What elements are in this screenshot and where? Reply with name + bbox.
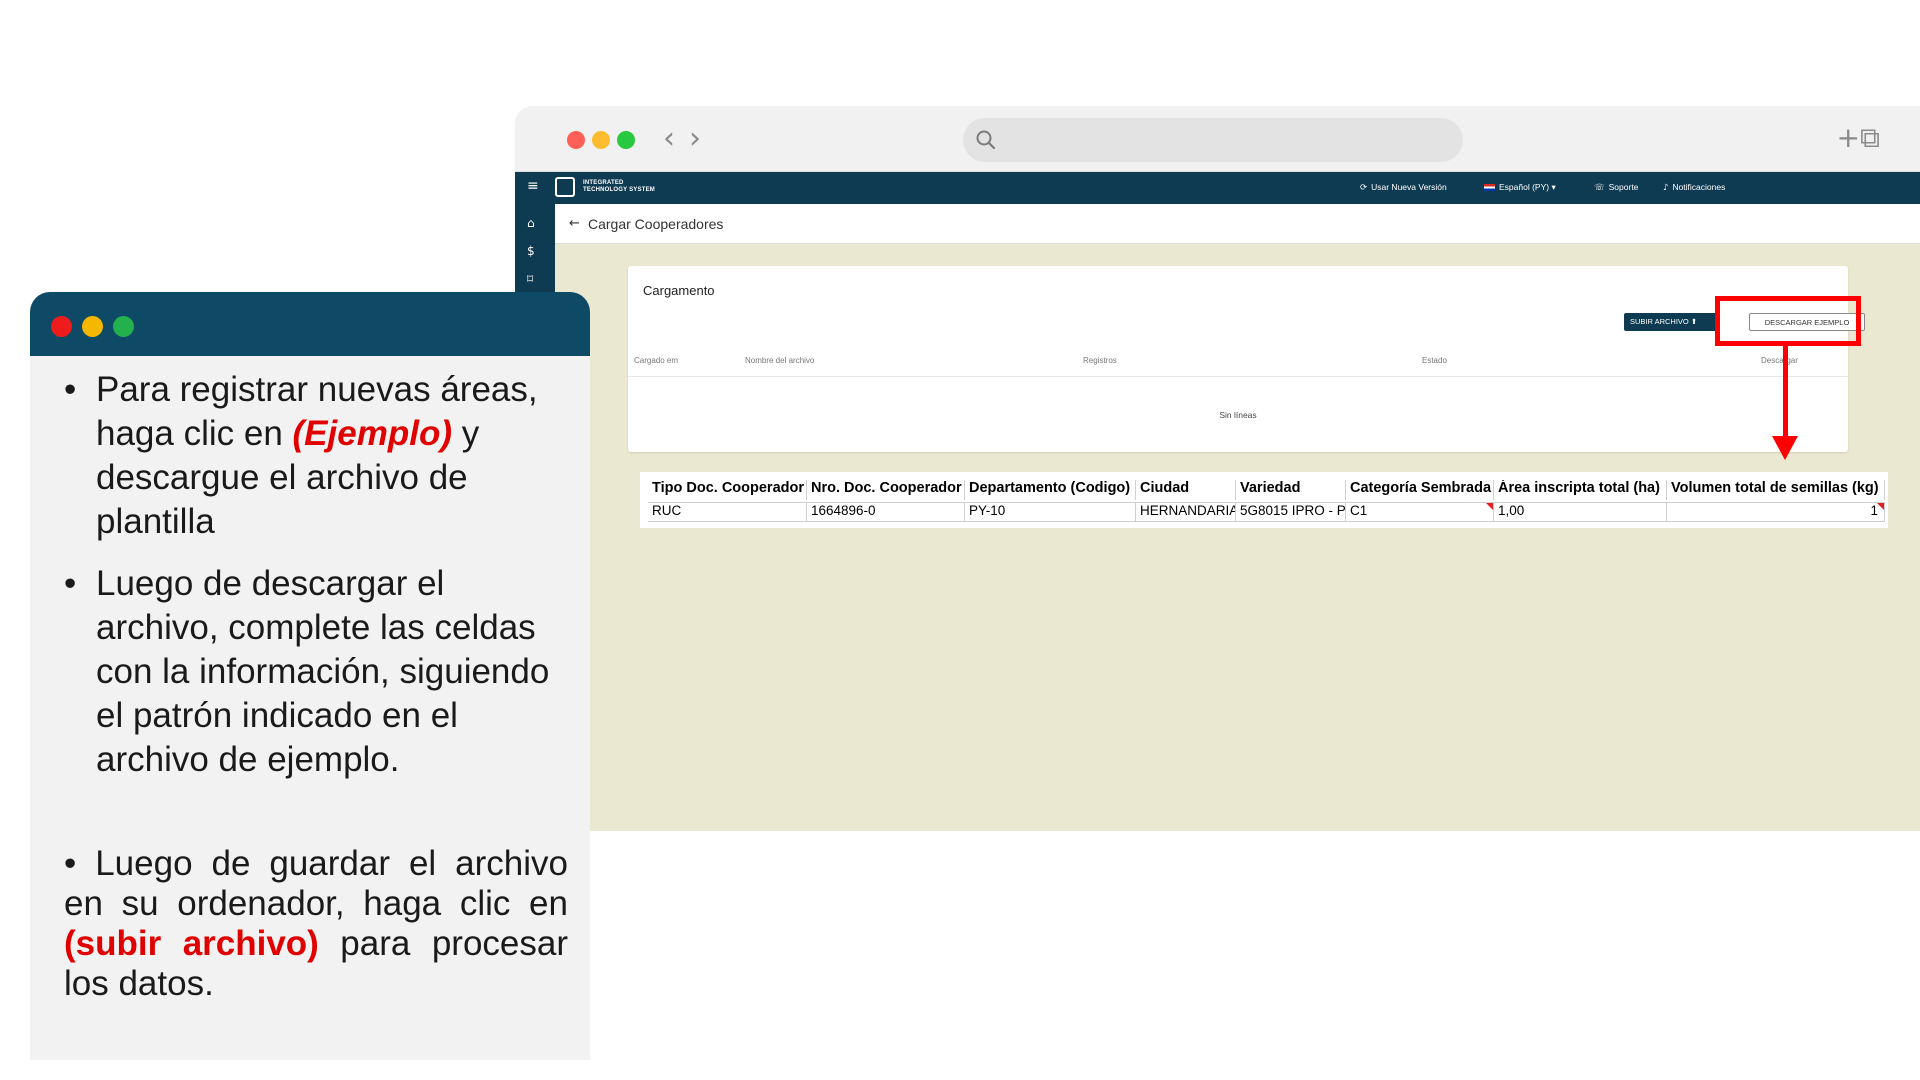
minimize-dot[interactable] bbox=[592, 131, 610, 149]
example-button-highlight bbox=[1715, 296, 1861, 346]
grid-icon[interactable]: ⌑ bbox=[527, 272, 533, 286]
browser-window: ‹ › +⧉ ≡ INTEGRATED TECHNOLOGY SYSTEM ⟳ U… bbox=[515, 106, 1920, 831]
flag-icon bbox=[1484, 184, 1495, 192]
upload-file-button[interactable]: SUBIR ARCHIVO ⬆ bbox=[1624, 313, 1720, 331]
maximize-dot[interactable] bbox=[617, 131, 635, 149]
instruction-step-3: • Luego de guardar el archivo en su orde… bbox=[64, 844, 568, 1003]
tabs-icon[interactable]: ⧉ bbox=[1860, 121, 1880, 154]
sheet-header-cell: Variedad bbox=[1236, 480, 1346, 500]
sheet-header-cell: Tipo Doc. Cooperador bbox=[648, 480, 807, 500]
instruction-step-2: Luego de descargar el archivo, complete … bbox=[96, 564, 550, 779]
green-dot bbox=[113, 316, 134, 337]
back-arrow-icon[interactable]: ← bbox=[569, 216, 580, 231]
address-bar[interactable] bbox=[963, 118, 1463, 162]
spreadsheet-excerpt: Tipo Doc. Cooperador Nro. Doc. Cooperado… bbox=[640, 472, 1888, 528]
card-title: Cargamento bbox=[643, 283, 715, 298]
brand-name: INTEGRATED TECHNOLOGY SYSTEM bbox=[583, 180, 655, 193]
brand-logo-icon bbox=[555, 177, 575, 197]
phone-icon: ☏ bbox=[1594, 183, 1605, 193]
column-header-records: Registros bbox=[1083, 356, 1117, 365]
red-dot bbox=[51, 316, 72, 337]
page-title: Cargar Cooperadores bbox=[588, 216, 724, 232]
yellow-dot bbox=[82, 316, 103, 337]
refresh-icon: ⟳ bbox=[1360, 183, 1368, 193]
panel-header bbox=[30, 292, 590, 356]
sheet-data-cell: RUC bbox=[648, 502, 807, 522]
close-dot[interactable] bbox=[567, 131, 585, 149]
search-icon bbox=[976, 130, 996, 150]
sheet-data-cell: 1,00 bbox=[1494, 502, 1667, 522]
sheet-header-cell: Área inscripta total (ha) bbox=[1494, 480, 1667, 500]
home-icon[interactable]: ⌂ bbox=[527, 216, 535, 230]
comment-marker-icon bbox=[1486, 503, 1493, 510]
page-header: ← Cargar Cooperadores bbox=[555, 204, 1920, 244]
language-select[interactable]: Español (PY) ▾ bbox=[1484, 182, 1556, 193]
sheet-header-cell: Categoría Sembrada bbox=[1346, 480, 1494, 500]
instruction-step-1: Para registrar nuevas áreas, haga clic e… bbox=[96, 370, 538, 541]
annotation-arrow-head-icon bbox=[1772, 436, 1798, 460]
column-header-download: Descargar bbox=[1761, 356, 1798, 365]
bell-icon: ♪ bbox=[1663, 183, 1669, 193]
chevron-down-icon: ▾ bbox=[1551, 182, 1556, 192]
sheet-data-cell: 1664896-0 bbox=[807, 502, 965, 522]
new-tab-icon[interactable]: +⧉ bbox=[1837, 124, 1880, 152]
forward-nav-icon[interactable]: › bbox=[689, 124, 701, 154]
sheet-header-cell: Nro. Doc. Cooperador bbox=[807, 480, 965, 500]
column-header-file-name: Nombre del archivo bbox=[745, 356, 815, 365]
new-version-link[interactable]: ⟳ Usar Nueva Versión bbox=[1360, 182, 1447, 193]
app-topbar: ≡ INTEGRATED TECHNOLOGY SYSTEM ⟳ Usar Nue… bbox=[515, 172, 1920, 204]
sheet-data-cell: 5G8015 IPRO - PY bbox=[1236, 502, 1346, 522]
sheet-header-cell: Volumen total de semillas (kg) bbox=[1667, 480, 1885, 500]
comment-marker-icon bbox=[1877, 503, 1884, 510]
sheet-data-cell: 1 bbox=[1667, 502, 1885, 522]
sheet-header-cell: Departamento (Codigo) bbox=[965, 480, 1136, 500]
upload-card: Cargamento SUBIR ARCHIVO ⬆ DESCARGAR EJE… bbox=[628, 266, 1865, 452]
table-divider bbox=[628, 376, 1848, 377]
menu-icon[interactable]: ≡ bbox=[527, 178, 539, 194]
back-nav-icon[interactable]: ‹ bbox=[663, 124, 675, 154]
bullet-marker: • bbox=[64, 564, 77, 603]
support-link[interactable]: ☏ Soporte bbox=[1594, 182, 1638, 193]
instructions-panel: • Para registrar nuevas áreas, haga clic… bbox=[30, 292, 590, 1060]
dollar-icon[interactable]: $ bbox=[527, 244, 535, 258]
column-header-loaded-at: Cargado em bbox=[634, 356, 679, 365]
notifications-link[interactable]: ♪ Notificaciones bbox=[1663, 182, 1725, 193]
sheet-header-cell: Ciudad bbox=[1136, 480, 1236, 500]
annotation-arrow-line bbox=[1783, 346, 1788, 438]
column-header-status: Estado bbox=[1422, 356, 1447, 365]
bullet-marker: • bbox=[64, 370, 77, 409]
upload-icon: ⬆ bbox=[1690, 317, 1698, 326]
sheet-data-cell: HERNANDARIAS bbox=[1136, 502, 1236, 522]
browser-chrome: ‹ › +⧉ bbox=[515, 106, 1920, 172]
sheet-data-cell: PY-10 bbox=[965, 502, 1136, 522]
empty-table-message: Sin líneas bbox=[1219, 410, 1257, 420]
sheet-data-cell: C1 bbox=[1346, 502, 1494, 522]
